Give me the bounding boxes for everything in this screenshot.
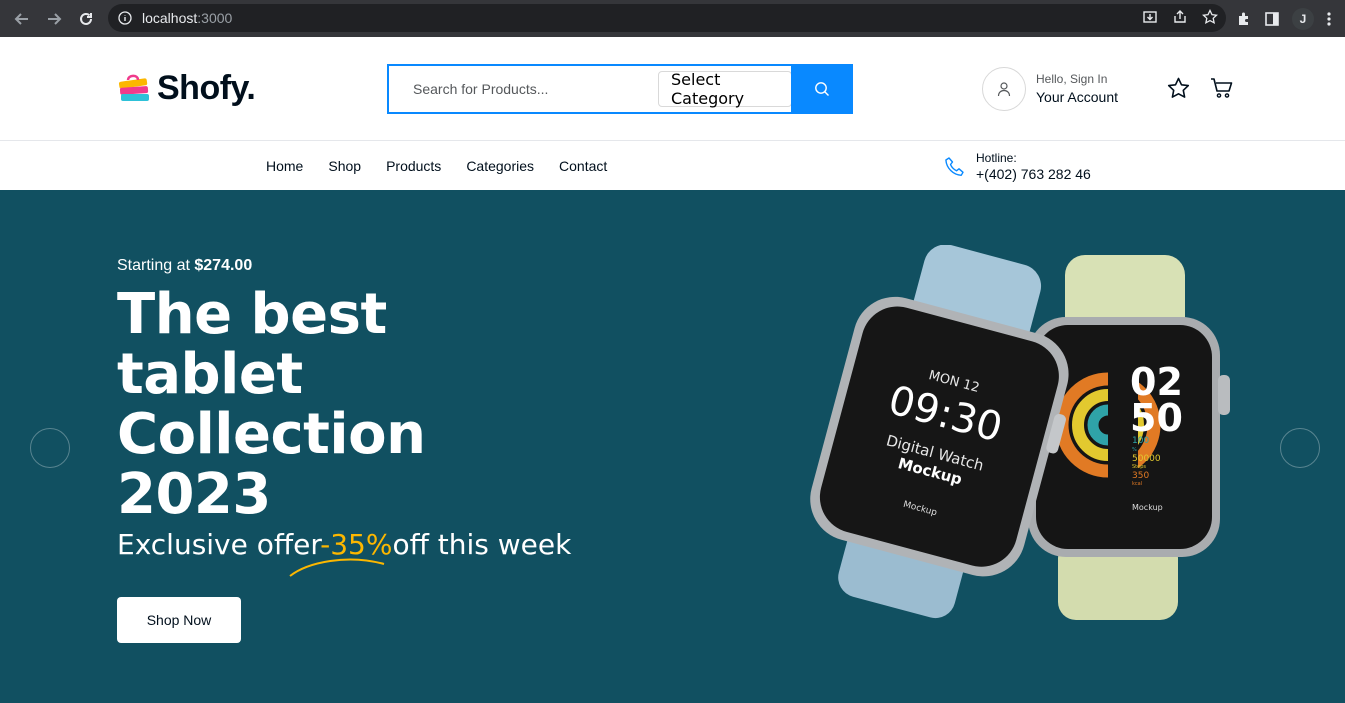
hotline[interactable]: Hotline: +(402) 763 282 46 bbox=[944, 151, 1091, 183]
forward-button[interactable] bbox=[38, 0, 70, 37]
search-input[interactable] bbox=[389, 66, 658, 112]
slider-prev-button[interactable] bbox=[30, 428, 70, 468]
svg-text:350: 350 bbox=[1132, 471, 1149, 481]
side-panel-icon[interactable] bbox=[1264, 11, 1280, 27]
nav-contact[interactable]: Contact bbox=[559, 158, 607, 174]
user-avatar bbox=[982, 67, 1026, 111]
nav-categories[interactable]: Categories bbox=[466, 158, 534, 174]
menu: Home Shop Products Categories Contact bbox=[266, 158, 607, 174]
back-button[interactable] bbox=[6, 0, 38, 37]
phone-icon bbox=[945, 157, 964, 176]
svg-text:50: 50 bbox=[1130, 396, 1183, 440]
info-icon[interactable] bbox=[118, 11, 132, 25]
reload-button[interactable] bbox=[70, 0, 102, 37]
hero-price: $274.00 bbox=[194, 257, 253, 274]
arrow-right-icon bbox=[48, 12, 62, 25]
address-bar[interactable]: localhost:3000 bbox=[108, 4, 1226, 32]
left-watch: MON 12 09:30 Digital Watch Mockup Mockup bbox=[810, 245, 1069, 619]
smartwatch-product-image: 02 50 100 % 50000 Steps 350 kcal Mockup … bbox=[810, 245, 1230, 620]
search-button[interactable] bbox=[791, 64, 853, 114]
category-label: Select Category bbox=[671, 70, 745, 108]
svg-text:50000: 50000 bbox=[1132, 454, 1161, 464]
svg-text:Mockup: Mockup bbox=[1132, 503, 1163, 512]
hero-slider: Starting at $274.00 The best tablet Coll… bbox=[0, 190, 1345, 703]
bookmark-star-icon[interactable] bbox=[1202, 9, 1218, 25]
hero-price-line: Starting at $274.00 bbox=[117, 257, 253, 274]
svg-text:%: % bbox=[1132, 447, 1137, 453]
hero-title: The best tablet Collection 2023 bbox=[117, 282, 426, 527]
shopping-bag-logo-icon bbox=[118, 74, 149, 101]
logo[interactable]: Shofy. bbox=[117, 69, 256, 108]
browser-toolbar: localhost:3000 J bbox=[0, 0, 1345, 37]
menu-kebab-icon[interactable] bbox=[1326, 11, 1332, 27]
underline-swoosh bbox=[289, 558, 385, 577]
main-nav: Home Shop Products Categories Contact Ho… bbox=[0, 142, 1345, 190]
account-greeting: Hello, Sign In bbox=[1036, 72, 1108, 86]
reload-icon bbox=[80, 12, 92, 25]
profile-avatar[interactable]: J bbox=[1292, 7, 1314, 30]
search-bar: Select Category bbox=[387, 64, 853, 114]
extensions-icon[interactable] bbox=[1236, 11, 1252, 27]
nav-shop[interactable]: Shop bbox=[328, 158, 361, 174]
install-app-icon[interactable] bbox=[1142, 9, 1158, 25]
account-title: Your Account bbox=[1036, 89, 1118, 105]
svg-text:Steps: Steps bbox=[1132, 464, 1146, 470]
hotline-number: +(402) 763 282 46 bbox=[976, 166, 1091, 182]
svg-text:kcal: kcal bbox=[1132, 481, 1142, 487]
hotline-label: Hotline: bbox=[976, 151, 1017, 165]
account-link[interactable]: Hello, Sign In Your Account bbox=[982, 67, 1118, 111]
share-icon[interactable] bbox=[1172, 9, 1188, 25]
shop-now-button[interactable]: Shop Now bbox=[117, 597, 241, 643]
svg-text:100: 100 bbox=[1132, 436, 1149, 446]
category-select[interactable]: Select Category bbox=[658, 70, 792, 108]
nav-home[interactable]: Home bbox=[266, 158, 303, 174]
site-header: Shofy. Select Category Hello, Sign In Yo… bbox=[0, 37, 1345, 141]
cart-icon[interactable] bbox=[1210, 77, 1234, 99]
wishlist-star-icon[interactable] bbox=[1167, 77, 1190, 99]
slider-next-button[interactable] bbox=[1280, 428, 1320, 468]
arrow-left-icon bbox=[14, 12, 28, 25]
user-icon bbox=[997, 82, 1011, 97]
search-icon bbox=[815, 82, 829, 96]
logo-text: Shofy. bbox=[157, 69, 256, 107]
url-text: localhost:3000 bbox=[142, 10, 233, 26]
nav-products[interactable]: Products bbox=[386, 158, 441, 174]
